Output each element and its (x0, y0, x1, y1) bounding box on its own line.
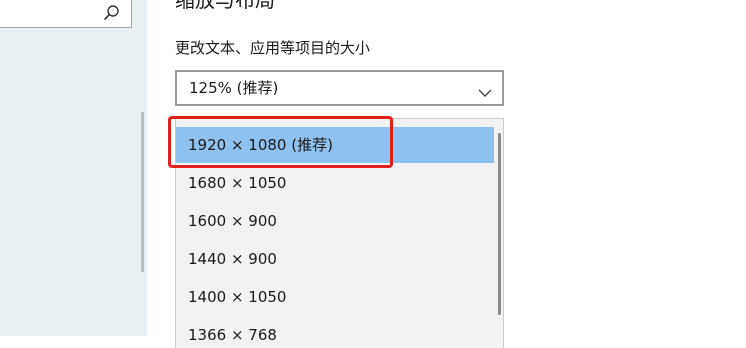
list-scrollbar[interactable] (498, 133, 501, 315)
scale-dropdown[interactable]: 125% (推荐) (175, 70, 504, 106)
navigation-scrollbar[interactable] (141, 112, 144, 272)
list-item-label: 1600 × 900 (188, 212, 277, 230)
settings-search-box[interactable] (0, 0, 132, 28)
section-title: 缩放与布局 (175, 0, 275, 12)
list-item-label: 1680 × 1050 (188, 174, 287, 192)
list-item-label: 1920 × 1080 (推荐) (188, 136, 333, 154)
list-item-label: 1366 × 768 (188, 326, 277, 344)
chevron-down-icon (478, 83, 492, 97)
list-item-label: 1400 × 1050 (188, 288, 287, 306)
search-icon[interactable] (103, 4, 121, 22)
resolution-dropdown-list[interactable]: 1920 × 1080 (推荐) 1680 × 1050 1600 × 900 … (175, 118, 504, 348)
scale-field-label: 更改文本、应用等项目的大小 (175, 39, 371, 57)
resolution-option-1600x900[interactable]: 1600 × 900 (176, 203, 494, 239)
resolution-option-1440x900[interactable]: 1440 × 900 (176, 241, 494, 277)
resolution-option-1366x768[interactable]: 1366 × 768 (176, 317, 494, 348)
navigation-pane (0, 0, 147, 336)
display-settings-content: 缩放与布局 更改文本、应用等项目的大小 125% (推荐) 1920 × 108… (147, 0, 746, 348)
scale-dropdown-value: 125% (推荐) (189, 79, 279, 97)
resolution-option-1680x1050[interactable]: 1680 × 1050 (176, 165, 494, 201)
resolution-option-1920x1080[interactable]: 1920 × 1080 (推荐) (176, 127, 494, 163)
resolution-option-1400x1050[interactable]: 1400 × 1050 (176, 279, 494, 315)
list-item-label: 1440 × 900 (188, 250, 277, 268)
